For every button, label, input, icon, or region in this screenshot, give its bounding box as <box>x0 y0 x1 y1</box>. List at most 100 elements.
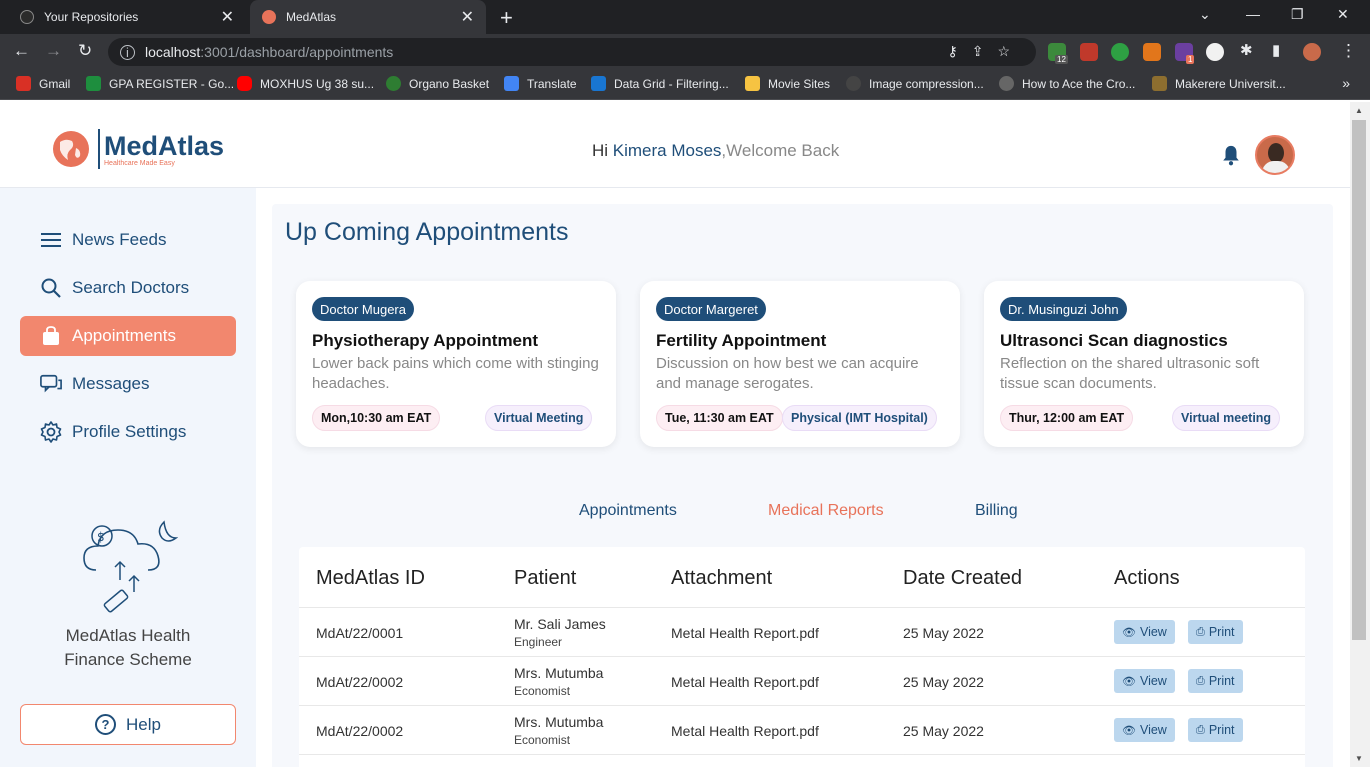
doctor-badge: Doctor Mugera <box>312 297 414 321</box>
attachment-name[interactable]: Metal Health Report.pdf <box>671 625 819 641</box>
appointment-time-chip: Tue, 11:30 am EAT <box>656 405 783 431</box>
appointment-mode-chip: Physical (IMT Hospital) <box>782 405 937 431</box>
bookmark-how-to-ace[interactable]: How to Ace the Cro... <box>999 76 1135 91</box>
extension-icon[interactable] <box>1111 43 1129 61</box>
extension-icon[interactable] <box>1080 43 1098 61</box>
patient-occupation: Economist <box>514 684 571 698</box>
medatlas-logo[interactable]: MedAtlas Healthcare Made Easy <box>50 128 224 170</box>
bookmark-makerere[interactable]: Makerere Universit... <box>1152 76 1286 91</box>
github-icon <box>20 10 34 24</box>
view-button[interactable]: 👁 View <box>1114 669 1175 693</box>
eye-icon: 👁 <box>1122 675 1136 688</box>
print-button[interactable]: ⎙ Print <box>1188 620 1243 644</box>
key-icon[interactable]: ⚷ <box>947 43 971 59</box>
scheme-line-2: Finance Scheme <box>64 650 192 669</box>
column-header: Patient <box>514 567 577 589</box>
side-panel-icon[interactable]: ▮ <box>1272 41 1280 59</box>
printer-icon: ⎙ <box>1196 625 1205 638</box>
address-toolbar: ← → ↻ i localhost:3001/dashboard/appoint… <box>0 34 1370 70</box>
more-bookmarks-icon[interactable]: » <box>1342 75 1350 91</box>
new-tab-icon[interactable]: + <box>500 5 513 31</box>
extension-icon[interactable] <box>1206 43 1224 61</box>
print-button[interactable]: ⎙ Print <box>1188 718 1243 742</box>
share-icon[interactable]: ⇪ <box>972 43 998 59</box>
finance-scheme-promo[interactable]: $ MedAtlas Health Finance Scheme <box>0 518 256 672</box>
attachment-name[interactable]: Metal Health Report.pdf <box>671 723 819 739</box>
greeting-welcome: ,Welcome Back <box>721 141 840 160</box>
tab-medatlas[interactable]: MedAtlas ✕ <box>250 0 486 34</box>
bookmark-movie-sites[interactable]: Movie Sites <box>745 76 830 91</box>
scroll-down-icon[interactable]: ▼ <box>1355 754 1363 763</box>
help-label: Help <box>126 714 161 734</box>
page-scrollbar[interactable]: ▲ ▼ <box>1350 102 1370 767</box>
appointment-card[interactable]: Doctor Mugera Physiotherapy Appointment … <box>296 281 616 447</box>
help-button[interactable]: ? Help <box>20 704 236 745</box>
user-name: Kimera Moses <box>612 141 722 160</box>
sidebar-item-search-doctors[interactable]: Search Doctors <box>20 268 236 308</box>
folder-icon <box>745 76 760 91</box>
forward-icon[interactable]: → <box>45 41 62 61</box>
scroll-up-icon[interactable]: ▲ <box>1355 106 1363 115</box>
bookmarks-bar: Gmail GPA REGISTER - Go... MOXHUS Ug 38 … <box>0 70 1370 100</box>
extension-badge: 1 <box>1186 55 1195 64</box>
scrollbar-thumb[interactable] <box>1352 120 1366 640</box>
print-button[interactable]: ⎙ Print <box>1188 669 1243 693</box>
omnibox-actions[interactable]: ⚷⇪☆ <box>947 43 1024 60</box>
avatar[interactable] <box>1255 135 1295 175</box>
close-icon[interactable]: ✕ <box>221 7 234 27</box>
close-icon[interactable]: ✕ <box>461 7 474 27</box>
back-icon[interactable]: ← <box>13 41 30 61</box>
bookmark-data-grid[interactable]: Data Grid - Filtering... <box>591 76 729 91</box>
attachment-name[interactable]: Metal Health Report.pdf <box>671 674 819 690</box>
restore-icon[interactable]: ❐ <box>1291 6 1304 23</box>
bell-icon[interactable] <box>1220 144 1242 166</box>
gmail-icon <box>16 76 31 91</box>
eye-icon <box>999 76 1014 91</box>
report-id: MdAt/22/0001 <box>316 625 404 641</box>
bookmark-moxhus[interactable]: MOXHUS Ug 38 su... <box>237 76 374 91</box>
sidebar-item-appointments[interactable]: Appointments <box>20 316 236 356</box>
menu-icon <box>40 229 62 251</box>
tab-search-icon[interactable]: ⌄ <box>1199 6 1211 23</box>
scheme-line-1: MedAtlas Health <box>65 626 191 645</box>
search-icon <box>40 277 62 299</box>
appointment-title: Physiotherapy Appointment <box>312 331 539 350</box>
appointment-card[interactable]: Dr. Musinguzi John Ultrasonci Scan diagn… <box>984 281 1304 447</box>
eye-icon: 👁 <box>1122 626 1136 639</box>
profile-avatar-icon[interactable] <box>1303 43 1321 61</box>
puzzle-icon[interactable]: ✱ <box>1240 41 1253 59</box>
view-button[interactable]: 👁 View <box>1114 620 1175 644</box>
app-header: MedAtlas Healthcare Made Easy Hi Kimera … <box>0 102 1350 188</box>
url-bar[interactable]: i localhost:3001/dashboard/appointments … <box>108 38 1036 66</box>
printer-icon: ⎙ <box>1196 674 1205 687</box>
bookmark-gpa-register[interactable]: GPA REGISTER - Go... <box>86 76 234 91</box>
site-info-icon[interactable]: i <box>120 44 135 60</box>
medical-reports-table: MedAtlas ID Patient Attachment Date Crea… <box>299 547 1305 767</box>
bookmark-image-compression[interactable]: Image compression... <box>846 76 984 91</box>
reload-icon[interactable]: ↻ <box>78 41 92 61</box>
metamask-icon[interactable] <box>1143 43 1161 61</box>
column-header: Date Created <box>903 567 1022 589</box>
bookmark-translate[interactable]: Translate <box>504 76 577 91</box>
sidebar-item-profile-settings[interactable]: Profile Settings <box>20 412 236 452</box>
sheets-icon <box>86 76 101 91</box>
patient-occupation: Economist <box>514 733 571 747</box>
bookmark-organo-basket[interactable]: Organo Basket <box>386 76 489 91</box>
sidebar-item-label: Search Doctors <box>72 278 190 297</box>
tab-your-repositories[interactable]: Your Repositories ✕ <box>8 0 246 34</box>
tab-billing[interactable]: Billing <box>975 502 1018 520</box>
appointment-time-chip: Thur, 12:00 am EAT <box>1000 405 1134 431</box>
tab-appointments[interactable]: Appointments <box>579 502 677 520</box>
sidebar-item-news-feeds[interactable]: News Feeds <box>20 220 236 260</box>
sidebar-item-messages[interactable]: Messages <box>20 364 236 404</box>
star-icon[interactable]: ☆ <box>997 43 1024 59</box>
appointment-card[interactable]: Doctor Margeret Fertility Appointment Di… <box>640 281 960 447</box>
bookmark-gmail[interactable]: Gmail <box>16 76 70 91</box>
kebab-menu-icon[interactable]: ⋮ <box>1340 41 1357 61</box>
printer-icon: ⎙ <box>1196 723 1205 736</box>
tab-medical-reports[interactable]: Medical Reports <box>768 502 884 520</box>
table-row: MdAt/22/0002 Mrs. Mutumba Economist Meta… <box>299 705 1305 754</box>
window-close-icon[interactable]: ✕ <box>1337 6 1349 23</box>
minimize-icon[interactable]: — <box>1246 6 1260 22</box>
view-button[interactable]: 👁 View <box>1114 718 1175 742</box>
